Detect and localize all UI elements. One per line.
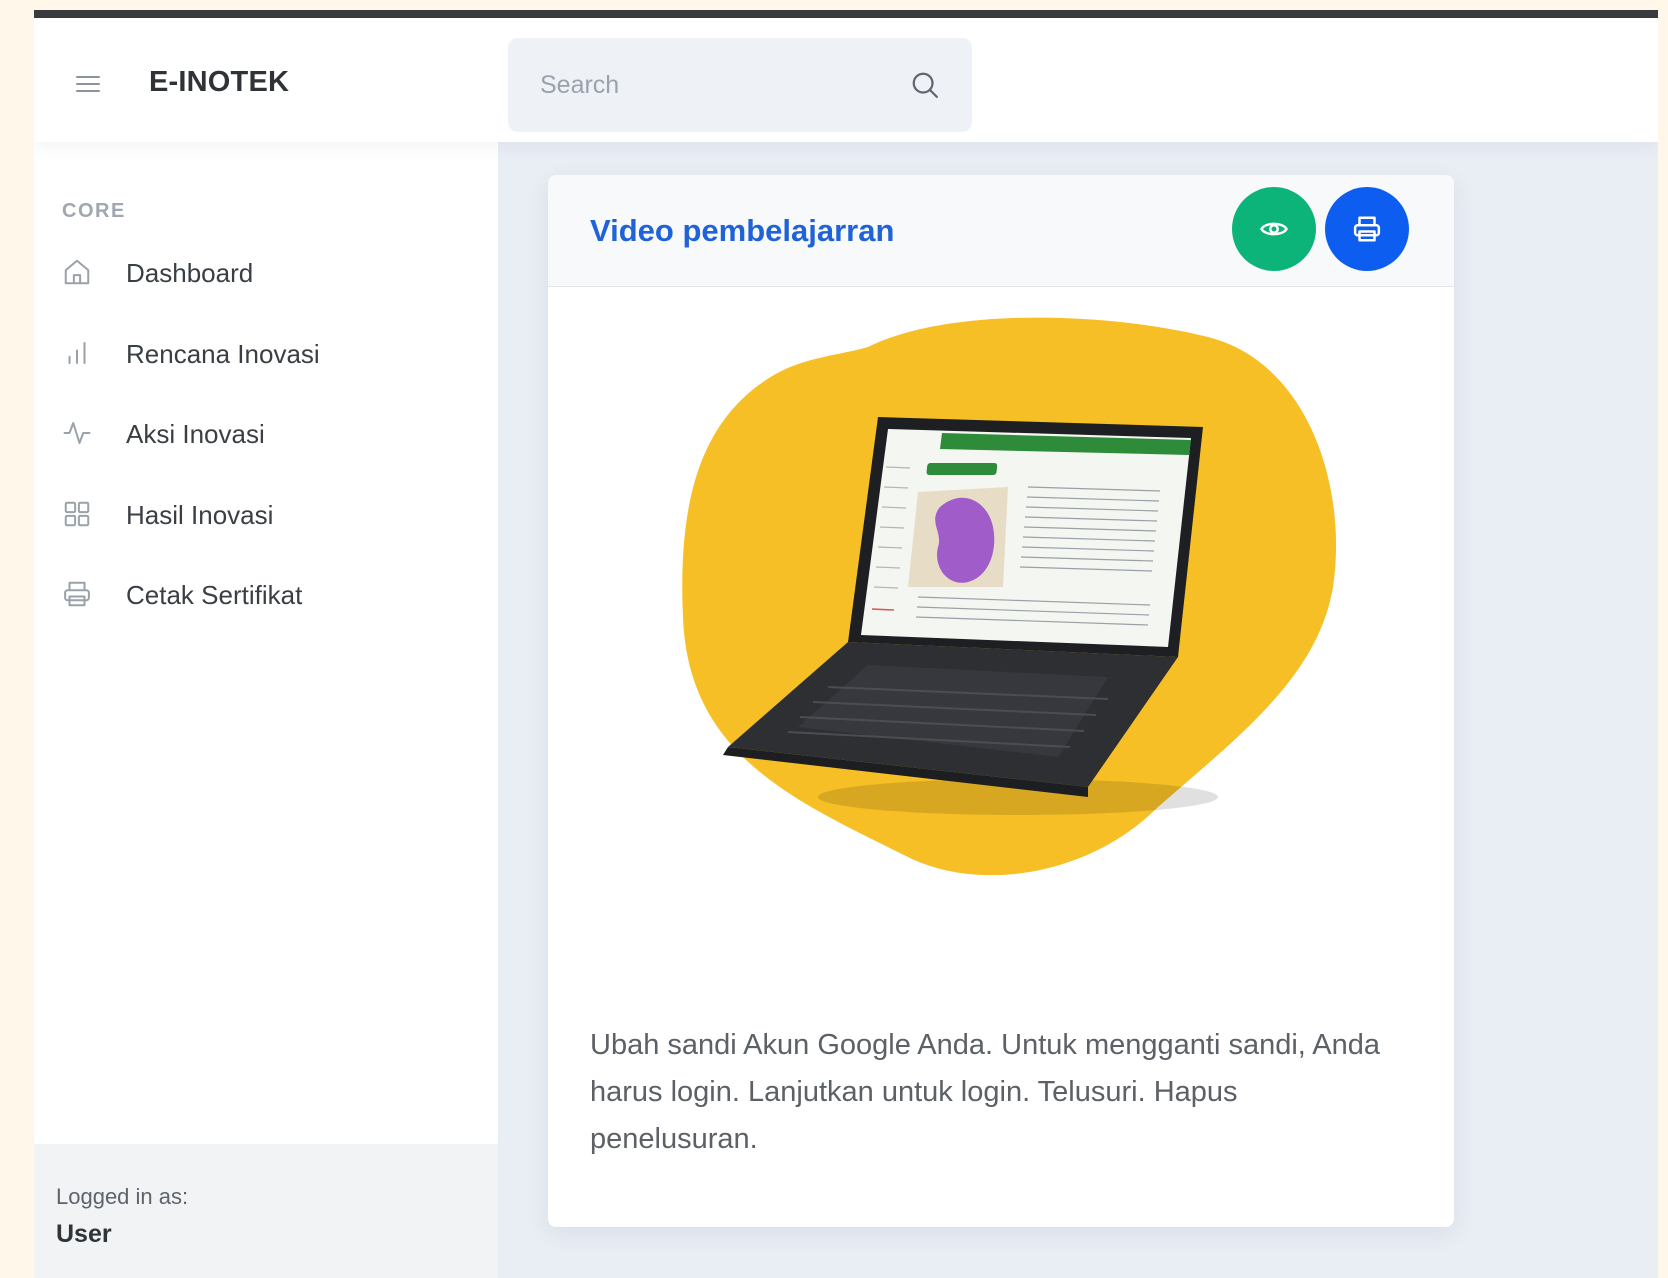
printer-icon [64,581,90,607]
sidebar-footer: Logged in as: User [34,1144,498,1278]
sidebar-item-label: Dashboard [126,258,254,288]
top-navbar: E-INOTEK [34,18,1658,142]
view-button[interactable] [1232,187,1316,271]
card-title: Video pembelajarran [590,213,895,248]
sidebar-item-hasil-inovasi[interactable]: Hasil Inovasi [34,484,498,544]
sidebar-item-label: Hasil Inovasi [126,500,274,530]
print-button[interactable] [1325,187,1409,271]
username: User [56,1220,112,1248]
bar-chart-icon [68,342,86,364]
eye-icon [1260,222,1288,236]
laptop-illustration [682,317,1337,876]
top-stripe [34,10,1658,18]
activity-icon [63,422,91,444]
app-window: E-INOTEK CORE Dashboard Rencana Inovas [34,10,1658,1278]
home-icon [64,259,90,285]
sidebar-item-rencana-inovasi[interactable]: Rencana Inovasi [34,323,498,383]
card-description: Ubah sandi Akun Google Anda. Untuk mengg… [590,1029,1381,1155]
video-card: Video pembelajarran Ubah sandi Akun Goog… [548,175,1454,1227]
brand-title[interactable]: E-INOTEK [149,66,289,99]
sidebar-heading: CORE [62,200,126,222]
sidebar-item-label: Rencana Inovasi [126,339,320,369]
sidebar-item-label: Aksi Inovasi [126,419,265,449]
search-icon[interactable] [910,70,940,100]
search-input[interactable] [508,38,972,132]
menu-toggle-icon[interactable] [76,76,100,96]
sidebar-item-label: Cetak Sertifikat [126,580,303,610]
sidebar-item-aksi-inovasi[interactable]: Aksi Inovasi [34,403,498,463]
logged-in-label: Logged in as: [56,1184,189,1209]
printer-icon [1353,216,1381,242]
card-header: Video pembelajarran [548,175,1454,287]
sidebar-item-dashboard[interactable]: Dashboard [34,242,498,302]
sidebar-item-cetak-sertifikat[interactable]: Cetak Sertifikat [34,564,498,624]
search-box [508,38,972,132]
grid-icon [64,501,90,527]
sidebar: CORE Dashboard Rencana Inovasi Aksi Inov… [34,142,498,1278]
